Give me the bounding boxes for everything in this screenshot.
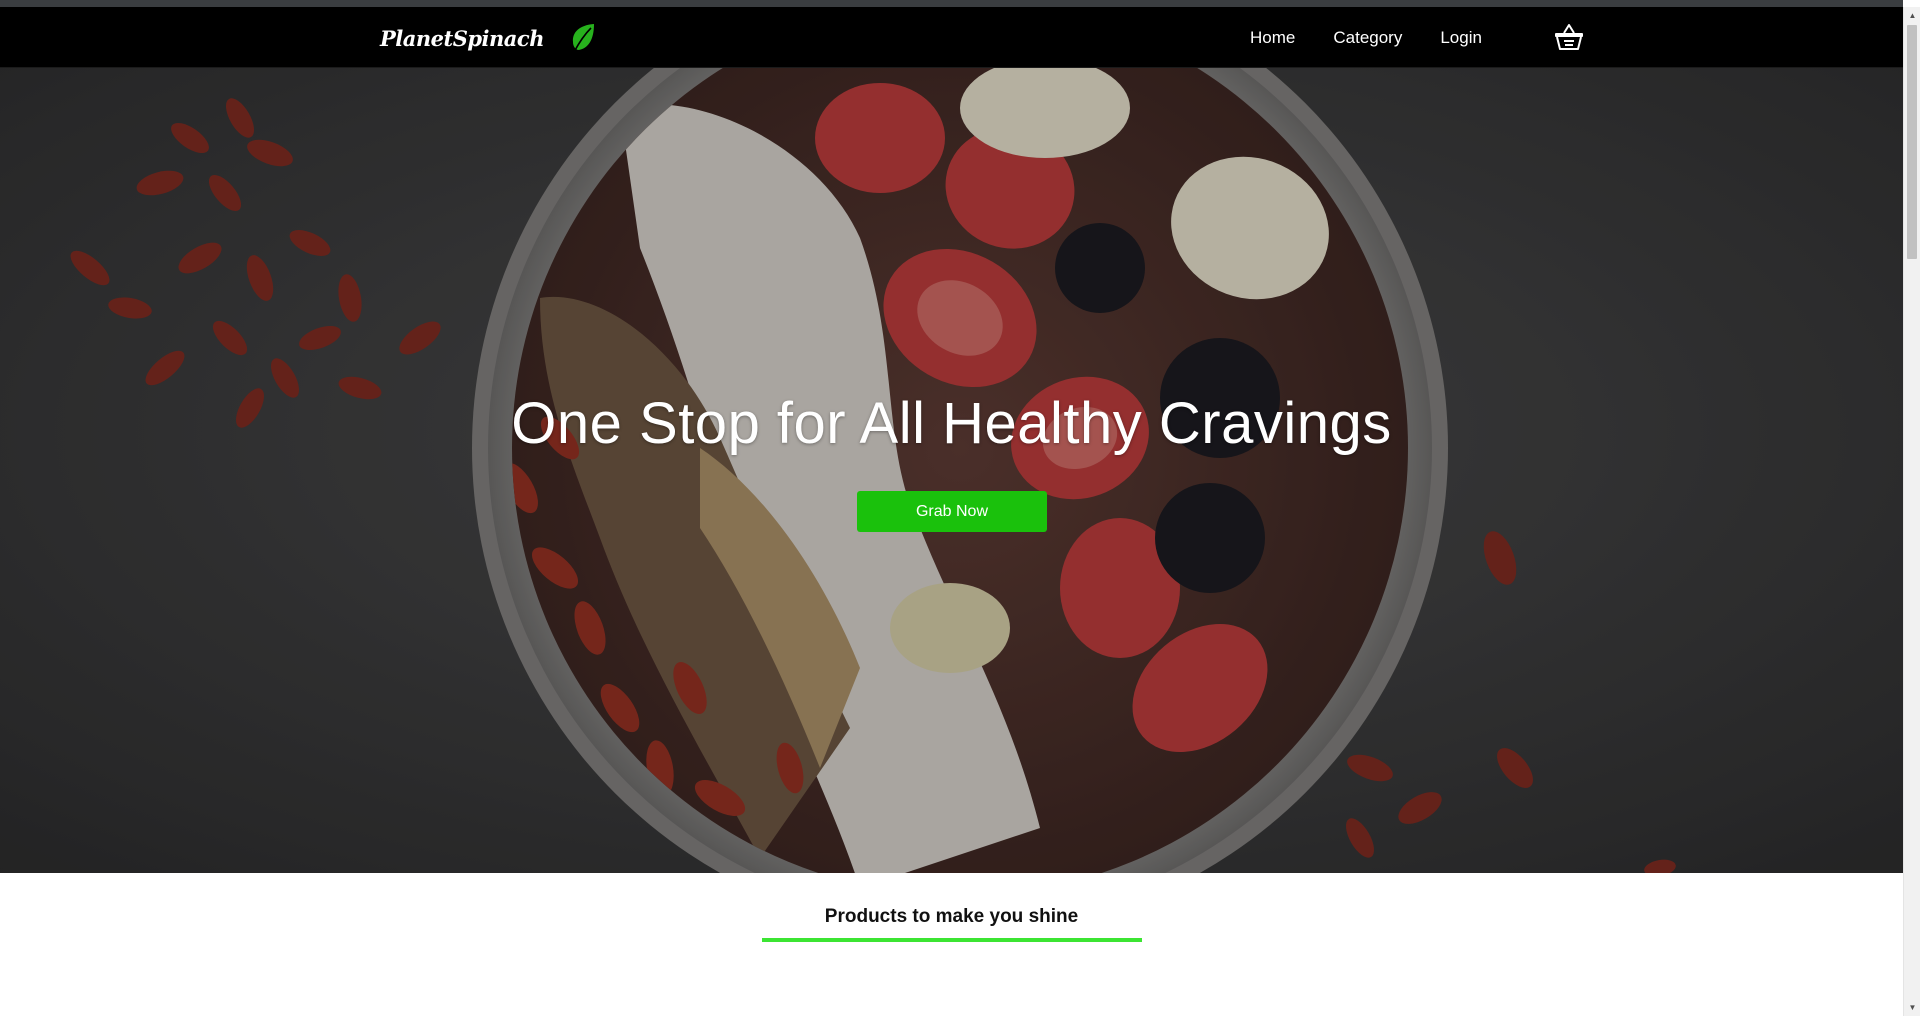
basket-icon[interactable] [1554,23,1584,51]
hero-title: One Stop for All Healthy Cravings [511,391,1392,456]
browser-viewport: PlanetSpinach Home Category Login One St… [0,0,1903,1016]
nav-link-login[interactable]: Login [1440,28,1482,48]
products-section: Products to make you shine [0,873,1903,1016]
scroll-up-icon[interactable]: ▲ [1904,7,1920,24]
navbar: PlanetSpinach Home Category Login [0,7,1903,68]
page-scrollbar[interactable]: ▲ ▼ [1903,7,1920,1016]
scroll-thumb[interactable] [1907,25,1917,259]
hero-dark-overlay [0,68,1903,873]
nav-link-home[interactable]: Home [1250,28,1295,48]
window-top-strip [0,0,1903,7]
brand-logo-link[interactable]: PlanetSpinach [380,20,596,56]
nav-link-category[interactable]: Category [1333,28,1402,48]
leaf-icon [572,24,594,53]
grab-now-button[interactable]: Grab Now [857,491,1047,532]
scroll-down-icon[interactable]: ▼ [1904,999,1920,1016]
products-heading-underline [762,938,1142,942]
nav-links: Home Category Login [1250,7,1520,68]
brand-name: PlanetSpinach [380,25,544,51]
products-heading: Products to make you shine [824,906,1079,927]
hero-section: One Stop for All Healthy Cravings Grab N… [0,68,1903,873]
